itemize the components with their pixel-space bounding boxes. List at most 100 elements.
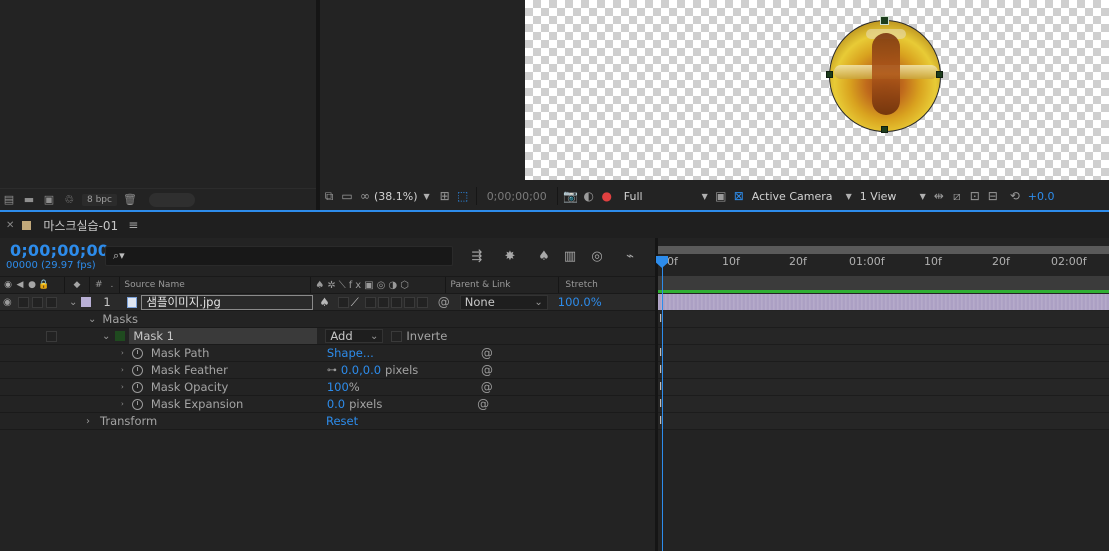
masks-group-row[interactable]: ⌄ Masks bbox=[0, 311, 655, 328]
mask-inverted-checkbox[interactable] bbox=[391, 330, 403, 342]
time-navigator[interactable] bbox=[658, 246, 1109, 254]
property-value[interactable]: Shape... bbox=[327, 346, 481, 360]
current-time-indicator-line[interactable] bbox=[662, 262, 663, 551]
shy-icon[interactable]: ♠ bbox=[535, 247, 553, 265]
parent-link-column-header[interactable]: Parent & Link bbox=[450, 280, 558, 290]
flowchart-view-icon[interactable]: ⊟ bbox=[984, 188, 1002, 204]
mask-vertex-handle[interactable] bbox=[936, 71, 943, 78]
quality-switch-icon[interactable]: ⟋ bbox=[351, 295, 359, 310]
eye-icon[interactable]: ◉ bbox=[3, 297, 15, 308]
comp-flowchart-icon[interactable]: ⊡ bbox=[966, 188, 984, 204]
constrain-proportions-icon[interactable]: ⊶ bbox=[327, 365, 337, 376]
close-icon[interactable]: ✕ bbox=[6, 220, 14, 231]
layer-name-field[interactable]: 샘플이미지.jpg bbox=[141, 294, 314, 310]
layer-duration-bar[interactable] bbox=[658, 294, 1109, 310]
comp-mini-flowchart-icon[interactable]: ⇶ bbox=[468, 247, 486, 265]
solo-icon[interactable]: ● bbox=[26, 280, 38, 290]
mask-opacity-row[interactable]: › Mask Opacity 100 % @ bbox=[0, 379, 655, 396]
timeline-tab-title[interactable]: 마스크실습-01 bbox=[43, 217, 118, 234]
work-area-bar[interactable] bbox=[658, 276, 1109, 290]
stopwatch-icon[interactable] bbox=[131, 381, 143, 393]
roi-icon[interactable]: ⬚ bbox=[454, 188, 472, 204]
frame-blend-switch[interactable] bbox=[377, 296, 389, 308]
eye-icon[interactable]: ◉ bbox=[2, 280, 14, 290]
chevron-down-icon[interactable]: ⌄ bbox=[69, 297, 77, 308]
pickwhip-icon[interactable]: @ bbox=[477, 397, 489, 411]
shy-switch-icon[interactable]: ♠ bbox=[319, 295, 329, 309]
trash-icon[interactable]: 🗑 bbox=[123, 193, 137, 206]
masked-image-preview[interactable] bbox=[829, 20, 941, 132]
lock-icon[interactable]: 🔒 bbox=[38, 280, 50, 290]
composition-canvas[interactable] bbox=[525, 0, 1109, 180]
collapse-switch[interactable] bbox=[337, 296, 349, 308]
mask-path-row[interactable]: › Mask Path Shape... @ bbox=[0, 345, 655, 362]
current-time-display[interactable]: 0;00;00;00 bbox=[10, 241, 109, 260]
flowchart-icon[interactable]: ♲ bbox=[62, 193, 76, 206]
mask-vertex-handle[interactable] bbox=[880, 16, 889, 25]
transform-reset-link[interactable]: Reset bbox=[326, 414, 358, 428]
property-value[interactable]: 100 bbox=[327, 380, 349, 394]
stopwatch-icon[interactable] bbox=[131, 364, 143, 376]
glasses-icon[interactable]: ∞ bbox=[356, 188, 374, 204]
mask-vertex-handle[interactable] bbox=[881, 126, 888, 133]
pickwhip-icon[interactable]: @ bbox=[481, 380, 493, 394]
mask-row[interactable]: ⌄ Mask 1 Add ⌄ Inverte bbox=[0, 328, 655, 345]
graph-editor-icon[interactable]: ⌁ bbox=[621, 247, 639, 265]
stretch-column-header[interactable]: Stretch bbox=[565, 280, 597, 290]
frame-blending-icon[interactable]: ▥ bbox=[561, 247, 579, 265]
solo-toggle[interactable] bbox=[32, 296, 43, 308]
snapshot-icon[interactable]: 📷 bbox=[562, 188, 580, 204]
views-dropdown[interactable]: 1 View ▼ bbox=[860, 187, 926, 205]
camera-dropdown[interactable]: Active Camera ▼ bbox=[752, 187, 852, 205]
switches-column-header[interactable]: ♠✲⟍fx▣◎◑⬡ bbox=[315, 280, 445, 291]
panel-menu-icon[interactable]: ≡ bbox=[128, 218, 138, 232]
chevron-down-icon[interactable]: ⌄ bbox=[102, 331, 110, 342]
effects-switch[interactable] bbox=[364, 296, 376, 308]
property-value[interactable]: 0.0,0.0 bbox=[341, 363, 381, 377]
mask-color-swatch[interactable] bbox=[115, 331, 126, 341]
grid-icon[interactable]: ⊞ bbox=[436, 188, 454, 204]
mask-vertex-handle[interactable] bbox=[826, 71, 833, 78]
show-snapshot-icon[interactable]: ◐ bbox=[580, 188, 598, 204]
motion-blur-icon[interactable]: ◎ bbox=[588, 247, 606, 265]
mask-name-field[interactable]: Mask 1 bbox=[129, 328, 318, 344]
transform-row[interactable]: › Transform Reset bbox=[0, 413, 655, 430]
interpret-footage-icon[interactable]: ▤ bbox=[2, 193, 16, 206]
audio-toggle[interactable] bbox=[18, 296, 29, 308]
composition-icon[interactable]: ▣ bbox=[42, 193, 56, 206]
bit-depth-button[interactable]: 8 bpc bbox=[82, 193, 117, 206]
pickwhip-icon[interactable]: @ bbox=[481, 363, 493, 377]
3d-layer-switch[interactable] bbox=[416, 296, 428, 308]
layer-label-swatch[interactable] bbox=[81, 297, 92, 307]
toggle-pixel-aspect-icon[interactable]: ⇹ bbox=[930, 188, 948, 204]
audio-icon[interactable]: ◀ bbox=[14, 280, 26, 290]
parent-dropdown[interactable]: None ⌄ bbox=[459, 294, 548, 310]
stretch-value[interactable]: 100.0% bbox=[558, 295, 602, 309]
resolution-dropdown[interactable]: Full ▼ bbox=[624, 187, 708, 205]
lock-toggle[interactable] bbox=[46, 296, 57, 308]
color-channels-icon[interactable]: ● bbox=[598, 188, 616, 204]
stopwatch-icon[interactable] bbox=[131, 347, 143, 359]
timeline-icon[interactable]: ⧄ bbox=[948, 188, 966, 204]
chevron-right-icon[interactable]: › bbox=[86, 416, 90, 427]
mask-feather-row[interactable]: › Mask Feather ⊶ 0.0,0.0 pixels @ bbox=[0, 362, 655, 379]
mask-mode-dropdown[interactable]: Add ⌄ bbox=[325, 329, 384, 343]
pickwhip-icon[interactable]: @ bbox=[481, 346, 493, 360]
property-value[interactable]: 0.0 bbox=[327, 397, 345, 411]
timeline-search-input[interactable]: ⌕▾ bbox=[105, 246, 453, 266]
zoom-dropdown[interactable]: (38.1%) ▼ bbox=[374, 187, 430, 205]
adjustment-switch[interactable] bbox=[403, 296, 415, 308]
number-column-header[interactable]: # bbox=[95, 280, 103, 290]
always-preview-icon[interactable]: ⧉ bbox=[320, 188, 338, 204]
draft-3d-icon[interactable]: ✸ bbox=[501, 247, 519, 265]
exposure-value[interactable]: +0.0 bbox=[1028, 190, 1055, 203]
viewer-timecode[interactable]: 0;00;00;00 bbox=[487, 190, 547, 203]
reset-exposure-icon[interactable]: ⟲ bbox=[1006, 188, 1024, 204]
mask-expansion-row[interactable]: › Mask Expansion 0.0 pixels @ bbox=[0, 396, 655, 413]
project-scroll-pill[interactable] bbox=[148, 192, 195, 207]
fast-preview-icon[interactable]: ▣ bbox=[712, 188, 730, 204]
mask-visibility-toggle[interactable] bbox=[46, 330, 57, 342]
motion-blur-switch[interactable] bbox=[390, 296, 402, 308]
layer-row[interactable]: ◉ ⌄ 1 샘플이미지.jpg ♠ ⟋ @ None ⌄ 100.0% bbox=[0, 294, 655, 311]
monitor-icon[interactable]: ▭ bbox=[338, 188, 356, 204]
